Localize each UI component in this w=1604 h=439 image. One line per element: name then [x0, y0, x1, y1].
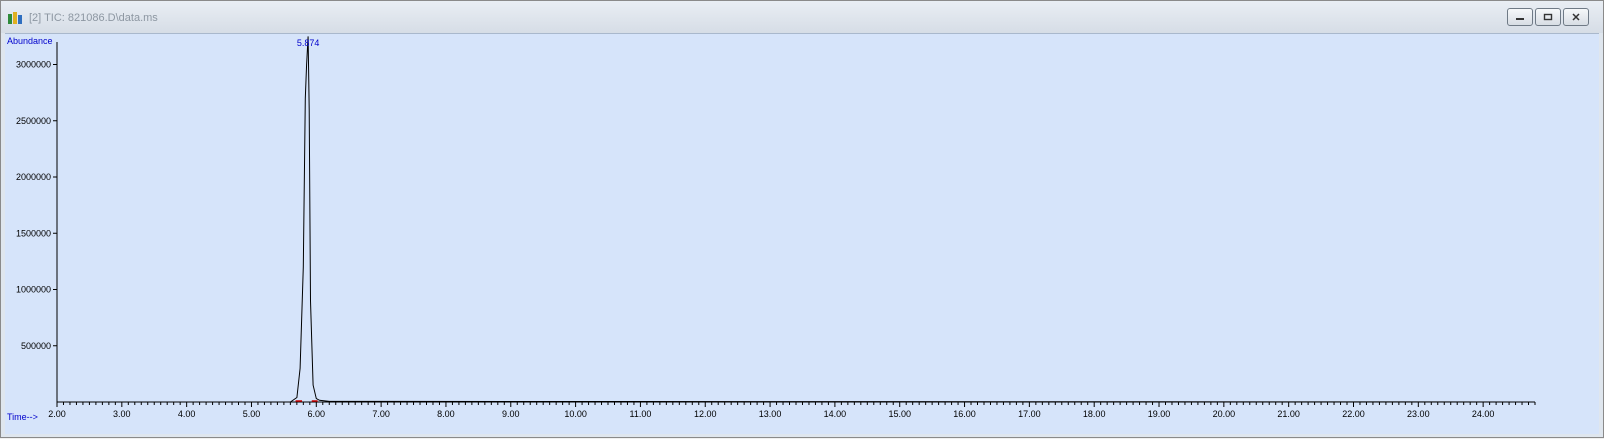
title-bar[interactable]: [2] TIC: 821086.D\data.ms	[1, 1, 1603, 33]
restore-button[interactable]	[1535, 8, 1561, 26]
x-tick-label: 7.00	[372, 409, 390, 419]
x-tick-label: 22.00	[1342, 409, 1365, 419]
y-tick-label: 1000000	[16, 285, 51, 295]
chart-plot: 5.874	[57, 36, 1536, 403]
y-tick-label: 500000	[21, 341, 51, 351]
x-tick-label: 17.00	[1018, 409, 1041, 419]
x-tick-label: 3.00	[113, 409, 131, 419]
minimize-button[interactable]	[1507, 8, 1533, 26]
x-tick-label: 24.00	[1472, 409, 1495, 419]
window-title: [2] TIC: 821086.D\data.ms	[29, 12, 158, 24]
close-icon	[1572, 13, 1580, 21]
x-tick-label: 10.00	[564, 409, 587, 419]
chromatogram-window: [2] TIC: 821086.D\data.ms Abundance Time…	[0, 0, 1604, 438]
y-tick-label: 2500000	[16, 116, 51, 126]
x-tick-label: 5.00	[243, 409, 261, 419]
y-tick-label: 2000000	[16, 172, 51, 182]
x-tick-label: 14.00	[824, 409, 847, 419]
restore-icon	[1543, 13, 1553, 21]
peak-retention-label: 5.874	[297, 38, 320, 48]
y-tick-label: 3000000	[16, 60, 51, 70]
chemstation-app-icon	[8, 12, 22, 24]
chart-axes: 500000 1000000 1500000 2000000 2500000 300000…	[16, 42, 1536, 419]
plot-area[interactable]: Abundance Time--> 500000 1000000 1500000 20…	[5, 33, 1599, 434]
x-tick-label: 6.00	[308, 409, 326, 419]
chromatogram-chart[interactable]: Abundance Time--> 500000 1000000 1500000 20…	[5, 34, 1599, 434]
x-tick-label: 13.00	[759, 409, 782, 419]
y-tick-label: 1500000	[16, 228, 51, 238]
x-tick-label: 19.00	[1148, 409, 1171, 419]
tic-trace	[57, 36, 1536, 403]
x-tick-label: 23.00	[1407, 409, 1430, 419]
x-tick-label: 11.00	[629, 409, 651, 419]
x-tick-label: 16.00	[953, 409, 976, 419]
minimize-icon	[1516, 18, 1524, 20]
x-axis-label: Time-->	[7, 412, 38, 422]
x-tick-label: 20.00	[1213, 409, 1236, 419]
x-tick-label: 12.00	[694, 409, 717, 419]
close-button[interactable]	[1563, 8, 1589, 26]
x-tick-label: 8.00	[437, 409, 455, 419]
x-tick-label: 4.00	[178, 409, 196, 419]
x-tick-label: 18.00	[1083, 409, 1106, 419]
x-tick-label: 9.00	[502, 409, 520, 419]
y-axis-label: Abundance	[7, 36, 53, 46]
x-tick-label: 21.00	[1277, 409, 1300, 419]
x-tick-label: 2.00	[48, 409, 66, 419]
x-tick-label: 15.00	[888, 409, 911, 419]
